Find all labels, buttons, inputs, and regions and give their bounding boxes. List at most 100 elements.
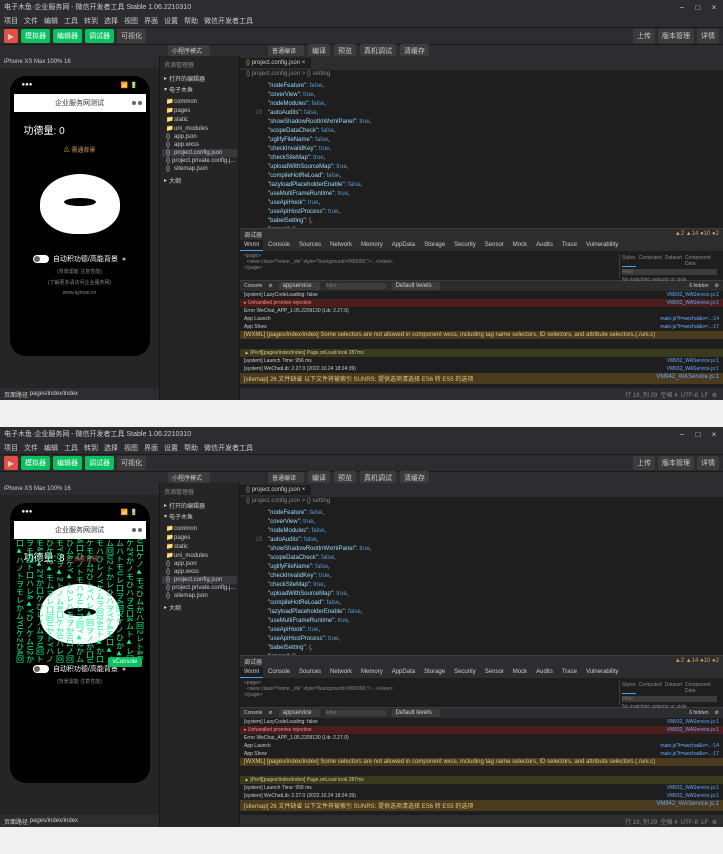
minimize-icon[interactable]: −	[677, 429, 687, 439]
vconsole-button[interactable]: vConsole	[108, 657, 141, 667]
wooden-fish-icon[interactable]	[40, 584, 120, 644]
menu-item[interactable]: 视图	[124, 16, 138, 26]
menu-item[interactable]: 界面	[144, 16, 158, 26]
editor-tab[interactable]: {} project.config.json ×	[240, 58, 312, 68]
styles-tab[interactable]: Computed	[639, 255, 662, 267]
upload-button[interactable]: 上传	[633, 29, 655, 43]
file-item[interactable]: {}sitemap.json	[162, 165, 237, 173]
device-selector[interactable]: iPhone XS Max 100% 16	[0, 56, 159, 68]
menu-item[interactable]: 设置	[164, 443, 178, 453]
devtools-tab[interactable]: Memory	[357, 667, 387, 677]
open-editors[interactable]: ▸ 打开的编辑器	[160, 500, 239, 511]
context-dropdown[interactable]: appservice	[279, 282, 320, 290]
devtools-tab[interactable]: Mock	[509, 240, 531, 250]
debugger-button[interactable]: 调试器	[85, 29, 114, 43]
devtools-tab[interactable]: Security	[450, 667, 480, 677]
simulator-button[interactable]: 模拟器	[21, 29, 50, 43]
code-area[interactable]: "nodeFeature": false,"coverView": true,"…	[240, 80, 723, 228]
devtools-tab[interactable]: AppData	[388, 667, 419, 677]
maximize-icon[interactable]: □	[693, 2, 703, 12]
close-icon[interactable]: ×	[709, 2, 719, 12]
menu-item[interactable]: 文件	[24, 443, 38, 453]
styles-tab[interactable]: Computed	[639, 682, 662, 694]
file-item[interactable]: 📁pages	[162, 533, 237, 542]
menu-item[interactable]: 帮助	[184, 443, 198, 453]
styles-filter[interactable]	[622, 696, 717, 702]
menu-item[interactable]: 界面	[144, 443, 158, 453]
styles-tab[interactable]: Styles	[622, 682, 636, 694]
styles-filter[interactable]	[622, 269, 717, 275]
file-item[interactable]: {}project.config.json	[162, 576, 237, 584]
menu-item[interactable]: 文件	[24, 16, 38, 26]
styles-tab[interactable]: Dataset	[665, 255, 682, 267]
compile-dropdown[interactable]: 普通编译	[268, 472, 304, 483]
menu-item[interactable]: 项目	[4, 443, 18, 453]
mode-dropdown[interactable]: 小程序模式	[168, 45, 210, 56]
project-root[interactable]: ▾ 电子木鱼	[160, 84, 239, 95]
file-item[interactable]: 📁static	[162, 542, 237, 551]
devtools-tab[interactable]: Sensor	[481, 667, 508, 677]
visualize-button[interactable]: 可视化	[117, 456, 146, 470]
file-item[interactable]: 📁common	[162, 524, 237, 533]
menu-item[interactable]: 转到	[84, 443, 98, 453]
wooden-fish-icon[interactable]	[40, 174, 120, 234]
styles-tab[interactable]: Styles	[622, 255, 636, 267]
debugger-button[interactable]: 调试器	[85, 456, 114, 470]
editor-button[interactable]: 编辑器	[53, 456, 82, 470]
upload-button[interactable]: 上传	[633, 456, 655, 470]
file-item[interactable]: 📁uni_modules	[162, 124, 237, 133]
details-button[interactable]: 详情	[697, 456, 719, 470]
mode-dropdown[interactable]: 小程序模式	[168, 472, 210, 483]
file-item[interactable]: 📁uni_modules	[162, 551, 237, 560]
devtools-tab[interactable]: Sources	[295, 667, 325, 677]
version-button[interactable]: 版本管理	[658, 456, 694, 470]
auto-switch[interactable]	[33, 255, 49, 263]
clear-console-icon[interactable]: ⊘	[268, 710, 272, 716]
settings-icon[interactable]: ⚙	[715, 710, 719, 716]
file-item[interactable]: {}app.json	[162, 133, 237, 141]
outline[interactable]: ▸ 大纲	[160, 602, 239, 613]
menu-item[interactable]: 微信开发者工具	[204, 443, 253, 453]
minimize-icon[interactable]: −	[677, 2, 687, 12]
devtools-tab[interactable]: Audits	[532, 667, 557, 677]
context-dropdown[interactable]: appservice	[279, 709, 320, 717]
elements-tree[interactable]: <page> <view class="home _div" style="ba…	[244, 253, 619, 278]
simulator-button[interactable]: 模拟器	[21, 456, 50, 470]
settings-icon[interactable]: ⚙	[715, 283, 719, 289]
menu-item[interactable]: 工具	[64, 16, 78, 26]
menu-item[interactable]: 微信开发者工具	[204, 16, 253, 26]
devtools-tab[interactable]: AppData	[388, 240, 419, 250]
devtools-tab[interactable]: Console	[264, 240, 294, 250]
devtools-tab[interactable]: Network	[326, 240, 356, 250]
devtools-tab[interactable]: Wxml	[240, 667, 263, 678]
devtools-tab[interactable]: Mock	[509, 667, 531, 677]
devtools-tab[interactable]: Sources	[295, 240, 325, 250]
file-item[interactable]: {}app.wxss	[162, 141, 237, 149]
devtools-tab[interactable]: Sensor	[481, 240, 508, 250]
file-item[interactable]: {}app.wxss	[162, 568, 237, 576]
editor-tab[interactable]: {} project.config.json ×	[240, 485, 312, 495]
breadcrumb[interactable]: {} project.config.json > {} setting	[240, 497, 723, 507]
auto-switch[interactable]	[33, 665, 49, 673]
styles-tab[interactable]: Component Data	[685, 255, 717, 267]
styles-tab[interactable]: Component Data	[685, 682, 717, 694]
open-editors[interactable]: ▸ 打开的编辑器	[160, 73, 239, 84]
levels-dropdown[interactable]: Default levels	[392, 709, 440, 717]
menu-item[interactable]: 设置	[164, 16, 178, 26]
close-icon[interactable]: ×	[709, 429, 719, 439]
file-item[interactable]: {}project.config.json	[162, 149, 237, 157]
menu-item[interactable]: 选择	[104, 16, 118, 26]
menu-item[interactable]: 项目	[4, 16, 18, 26]
console-filter[interactable]	[326, 710, 386, 716]
menu-item[interactable]: 帮助	[184, 16, 198, 26]
styles-tab[interactable]: Dataset	[665, 682, 682, 694]
code-area[interactable]: "nodeFeature": false,"coverView": true,"…	[240, 507, 723, 655]
maximize-icon[interactable]: □	[693, 429, 703, 439]
version-button[interactable]: 版本管理	[658, 29, 694, 43]
menu-item[interactable]: 工具	[64, 443, 78, 453]
devtools-tab[interactable]: Trace	[558, 667, 581, 677]
details-button[interactable]: 详情	[697, 29, 719, 43]
file-item[interactable]: 📁common	[162, 97, 237, 106]
menu-item[interactable]: 编辑	[44, 16, 58, 26]
devtools-tab[interactable]: Vulnerability	[582, 667, 622, 677]
